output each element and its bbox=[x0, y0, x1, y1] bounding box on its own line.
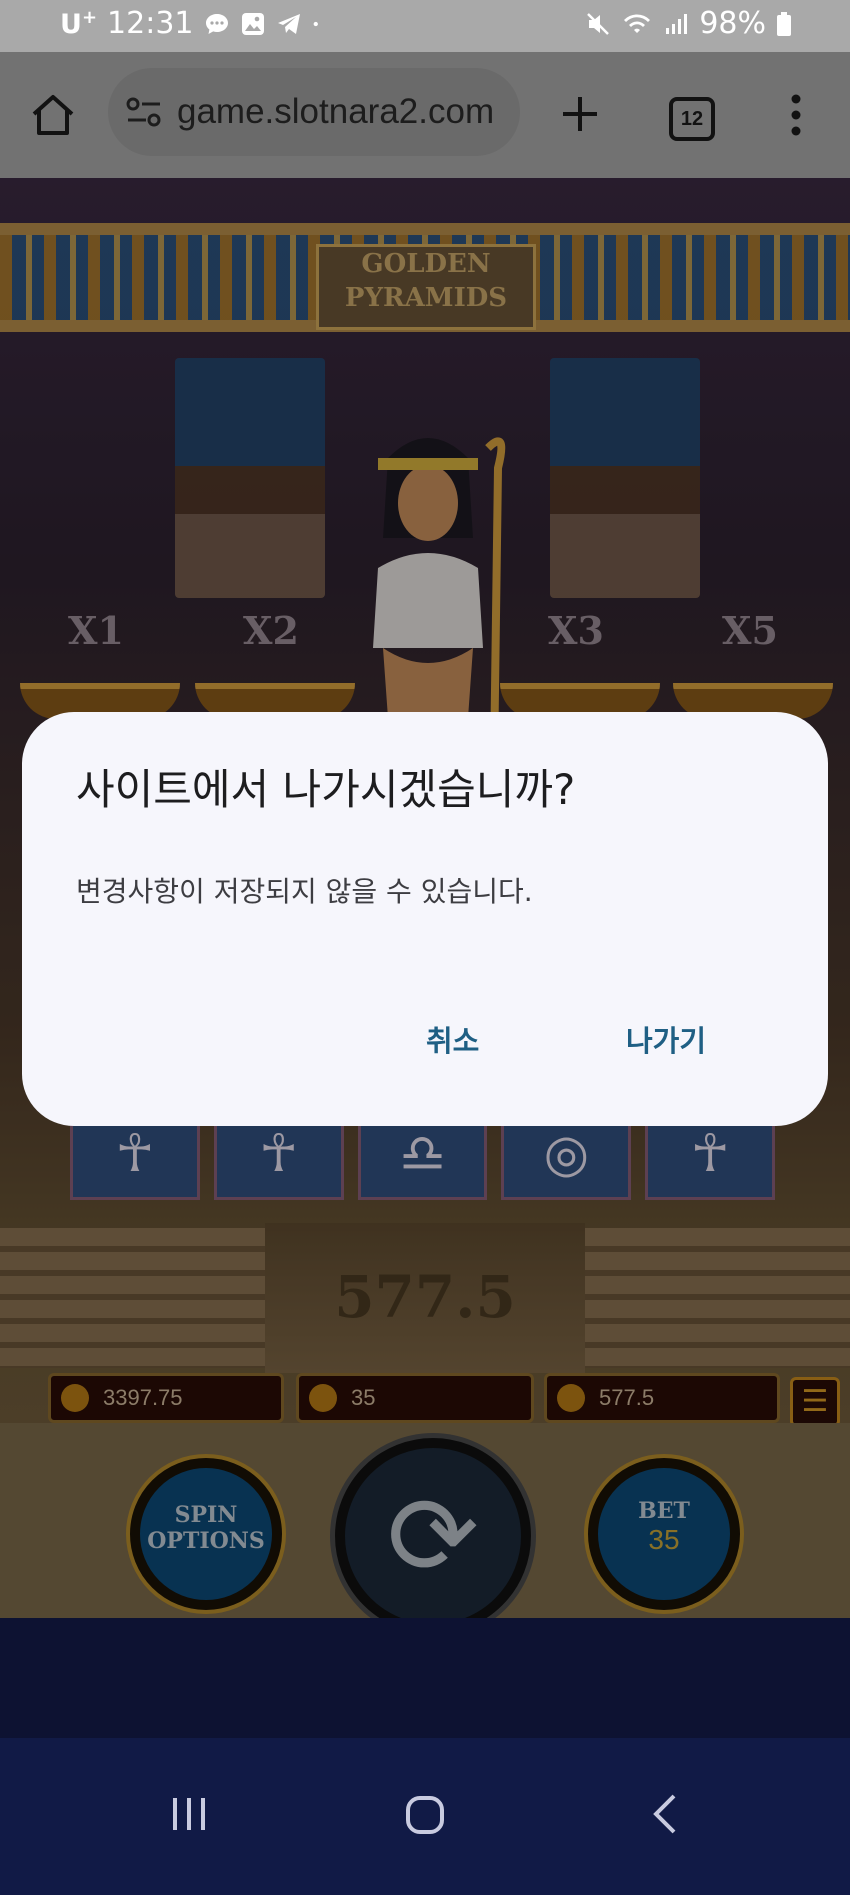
recent-apps-icon[interactable] bbox=[170, 1794, 208, 1834]
cancel-button[interactable]: 취소 bbox=[426, 1018, 479, 1060]
back-nav-icon[interactable] bbox=[650, 1792, 680, 1836]
dialog-message: 변경사항이 저장되지 않을 수 있습니다. bbox=[76, 875, 533, 908]
mute-icon bbox=[587, 12, 610, 35]
system-nav-bar bbox=[0, 1738, 850, 1895]
status-time: 12:31 bbox=[107, 6, 194, 41]
telegram-icon bbox=[277, 13, 300, 34]
dot-icon bbox=[313, 21, 318, 26]
wifi-icon bbox=[624, 13, 651, 33]
chat-icon bbox=[205, 13, 228, 34]
status-bar: U+ 12:31 98% bbox=[0, 0, 850, 52]
battery-percent: 98% bbox=[699, 6, 766, 41]
carrier-label: U+ bbox=[60, 7, 98, 40]
leave-button[interactable]: 나가기 bbox=[626, 1018, 706, 1060]
home-nav-icon[interactable] bbox=[404, 1794, 446, 1836]
gallery-icon bbox=[241, 12, 264, 35]
dialog-title: 사이트에서 나가시겠습니까? bbox=[76, 765, 576, 814]
leave-site-dialog: 사이트에서 나가시겠습니까? 변경사항이 저장되지 않을 수 있습니다. 취소 … bbox=[22, 712, 828, 1126]
battery-icon bbox=[777, 11, 791, 36]
signal-icon bbox=[666, 13, 688, 34]
